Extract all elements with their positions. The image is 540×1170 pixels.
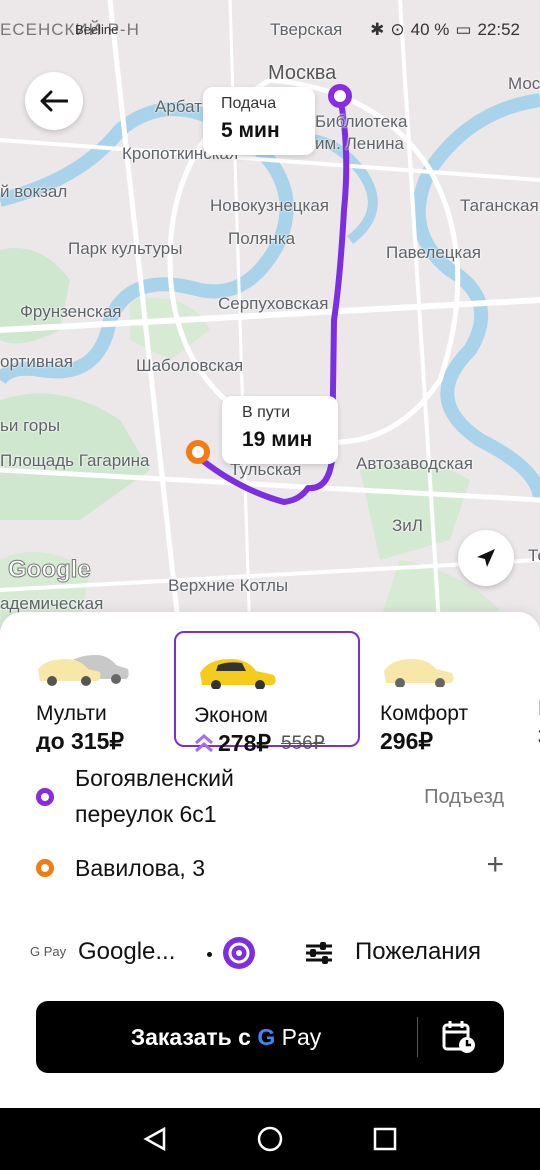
payment-row: G Pay Google... Пожелания xyxy=(0,930,540,980)
trip-bubble-title: В пути xyxy=(242,404,291,421)
map-label-gory: ьи горы xyxy=(0,416,61,435)
back-button[interactable] xyxy=(25,72,83,130)
recents-square-icon[interactable] xyxy=(372,1126,398,1152)
system-nav-bar xyxy=(0,1108,540,1170)
order-sheet: Мульти до 315₽ Эконом 278₽ 556₽ Комфорт … xyxy=(0,612,540,1110)
carrier-name: Beeline xyxy=(75,22,119,37)
back-triangle-icon[interactable] xyxy=(142,1126,168,1152)
pickup-bubble-value: 5 мин xyxy=(221,119,280,142)
map-label-gagarina: Площадь Гагарина xyxy=(0,451,150,470)
dropoff-address-row[interactable]: Вавилова, 3 + xyxy=(0,848,540,888)
tariff-econom-old-price: 556₽ xyxy=(281,733,325,752)
trip-time-bubble: В пути 19 мин xyxy=(222,396,338,464)
surge-arrows-icon xyxy=(195,733,213,752)
trip-bubble-value: 19 мин xyxy=(242,428,313,451)
status-ghost-text: ЕСЕНСКИЙ Р-Н xyxy=(0,20,140,39)
bluetooth-icon: ✱ xyxy=(370,20,385,39)
pickup-marker xyxy=(328,84,352,108)
tariff-comfort-name: Комфорт xyxy=(380,702,469,725)
car-yellow-icon xyxy=(200,659,276,690)
car-group-icon xyxy=(38,655,129,686)
map-label-lenina: им. Ленина xyxy=(315,134,404,153)
map-label-serpukhovskaya: Серпуховская xyxy=(218,294,329,313)
map-label-zil: ЗиЛ xyxy=(392,516,423,535)
map-label-paveletskaya: Павелецкая xyxy=(386,243,481,262)
payment-method-button[interactable]: Google... xyxy=(78,938,175,966)
entrance-button[interactable]: Подъезд xyxy=(424,786,504,809)
order-button-divider xyxy=(417,1017,418,1057)
schedule-calendar-icon[interactable] xyxy=(441,1019,477,1055)
clock: 22:52 xyxy=(477,20,520,39)
tariff-comfort[interactable]: Комфорт 296₽ xyxy=(362,631,540,752)
map-label-park-kultury: Парк культуры xyxy=(68,239,183,258)
tariff-econom-price: 278₽ xyxy=(218,730,272,752)
map-label-arbat: Арбат xyxy=(155,97,203,116)
map-label-avtozavodskaya: Автозаводская xyxy=(356,454,473,473)
map-label-taganskaya: Таганская xyxy=(460,196,539,215)
map-label-library: Библиотека xyxy=(315,112,408,131)
map-label-vokzal: й вокзал xyxy=(0,182,68,201)
pickup-dot-icon xyxy=(36,788,54,806)
pickup-bubble-title: Подача xyxy=(221,95,277,112)
car-light-icon xyxy=(384,659,454,688)
pickup-time-bubble: Подача 5 мин xyxy=(203,87,315,155)
map-label-frunzenskaya: Фрунзенская xyxy=(20,302,122,321)
map-label-verkhnie-kotly: Верхние Котлы xyxy=(168,576,289,595)
settings-sliders-icon xyxy=(306,942,332,964)
dropoff-address: Вавилова, 3 xyxy=(75,855,205,881)
gpay-icon: G Pay xyxy=(30,944,67,959)
wishes-button[interactable]: Пожелания xyxy=(355,938,481,966)
add-stop-button[interactable]: + xyxy=(486,848,504,882)
home-circle-icon[interactable] xyxy=(257,1126,283,1152)
order-button-label: Заказать с G Pay xyxy=(36,1024,416,1051)
plus-cashback-icon[interactable] xyxy=(221,935,257,971)
map-label-moscow: Москва xyxy=(268,62,337,84)
screen: Москва Тверская Арбат Библиотека им. Лен… xyxy=(0,0,540,1170)
map-label-akademicheskaya: адемическая xyxy=(0,594,104,613)
order-button[interactable]: Заказать с G Pay xyxy=(36,1001,504,1073)
battery-percent: 40 % xyxy=(410,20,450,39)
order-pay-text: Pay xyxy=(281,1023,322,1050)
my-location-button[interactable] xyxy=(458,530,514,586)
dropoff-dot-icon xyxy=(36,859,54,877)
separator-dot xyxy=(207,952,212,957)
tariff-selector: Мульти до 315₽ Эконом 278₽ 556₽ Комфорт … xyxy=(0,612,540,752)
map-label-mos: Мос xyxy=(508,74,540,93)
battery-icon: ▭ xyxy=(455,20,472,39)
tariff-econom-name: Эконом xyxy=(194,704,268,727)
tariff-comfort-price: 296₽ xyxy=(380,728,434,752)
google-g-icon: G xyxy=(257,1023,276,1050)
pickup-address-line2: переулок 6с1 xyxy=(75,801,217,827)
arrow-left-icon xyxy=(40,90,68,112)
pickup-address-line1: Богоявленский xyxy=(75,765,234,791)
tariff-next[interactable]: Б 3 xyxy=(520,631,540,749)
navigation-arrow-icon xyxy=(477,549,495,567)
order-label-text: Заказать с xyxy=(130,1023,251,1050)
map-label-ortivnaya: ортивная xyxy=(0,352,73,371)
google-logo: Google xyxy=(8,556,92,584)
map-label-polyanka: Полянка xyxy=(228,229,296,248)
pickup-address-row[interactable]: Богоявленский переулок 6с1 Подъезд xyxy=(0,758,540,838)
status-bar: ЕСЕНСКИЙ Р-Н Beeline ✱ ⊙ 40 % ▭ 22:52 xyxy=(0,0,540,60)
map-label-novokuznetskaya: Новокузнецкая xyxy=(210,196,329,215)
map-label-shabolovskaya: Шаболовская xyxy=(136,356,244,375)
map[interactable]: Москва Тверская Арбат Библиотека им. Лен… xyxy=(0,0,540,640)
dropoff-marker xyxy=(186,440,210,464)
tariff-econom[interactable]: Эконом 278₽ 556₽ xyxy=(174,631,360,752)
location-icon: ⊙ xyxy=(390,20,405,39)
map-label-te: Те xyxy=(528,546,540,565)
